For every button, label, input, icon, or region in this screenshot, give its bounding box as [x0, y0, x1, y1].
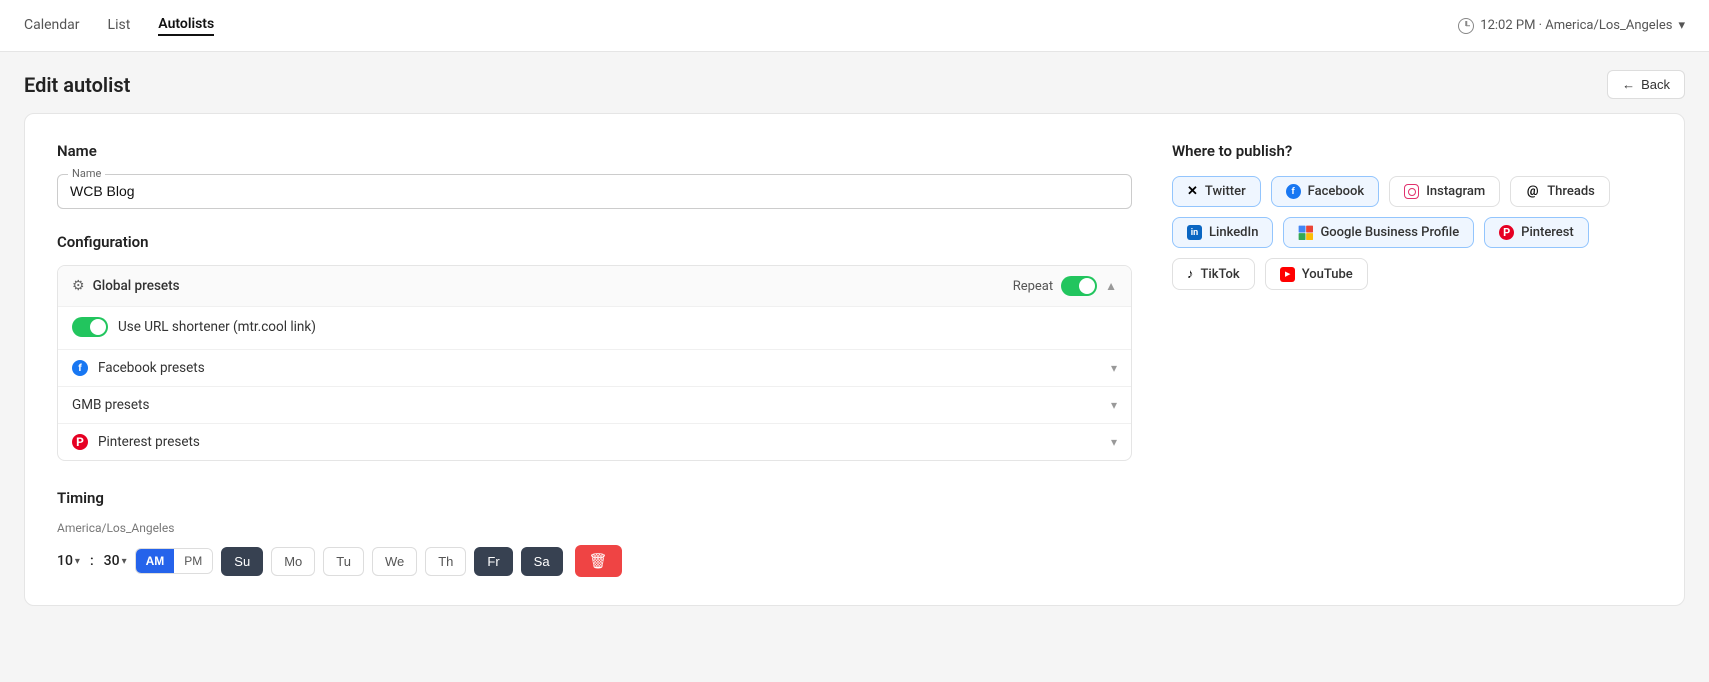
minute-caret[interactable]: ▾	[122, 556, 127, 567]
top-nav: Calendar List Autolists 12:02 PM · Ameri…	[0, 0, 1709, 52]
toggle-knob-url	[90, 319, 106, 335]
day-su[interactable]: Su	[221, 547, 263, 576]
nav-calendar[interactable]: Calendar	[24, 17, 80, 35]
publish-section: Where to publish? ✕ Twitter f Facebook I…	[1172, 142, 1652, 577]
global-presets-row[interactable]: ⚙ Global presets Repeat ▲	[58, 266, 1131, 307]
gmb-presets-label: GMB presets	[72, 397, 1101, 413]
day-th[interactable]: Th	[425, 547, 466, 576]
pinterest-presets-row[interactable]: P Pinterest presets ▾	[58, 424, 1131, 460]
trash-icon: 🗑	[589, 552, 608, 570]
hour-select[interactable]: 10 ▾	[57, 553, 80, 569]
am-button[interactable]: AM	[136, 549, 175, 573]
minute-value: 30	[104, 553, 120, 569]
hour-value: 10	[57, 553, 73, 569]
linkedin-icon: in	[1187, 225, 1202, 240]
name-section-label: Name	[57, 142, 1132, 160]
pinterest-label: Pinterest	[1521, 225, 1574, 240]
gbp-icon	[1298, 225, 1313, 240]
toggle-knob	[1079, 278, 1095, 294]
tiktok-label: TikTok	[1201, 267, 1240, 282]
name-field-wrapper: Name	[57, 174, 1132, 209]
url-shortener-row: Use URL shortener (mtr.cool link)	[58, 307, 1131, 350]
chevron-down-icon: ▾	[1111, 361, 1117, 375]
am-pm-group: AM PM	[135, 548, 214, 574]
back-arrow-icon: ←	[1622, 77, 1635, 92]
back-button[interactable]: ← Back	[1607, 70, 1685, 99]
name-float-label: Name	[68, 167, 105, 180]
chevron-down-icon-pinterest: ▾	[1111, 435, 1117, 449]
threads-icon: @	[1525, 184, 1540, 199]
delete-button[interactable]: 🗑	[575, 545, 622, 577]
page-title: Edit autolist	[24, 73, 1607, 97]
nav-autolists[interactable]: Autolists	[158, 16, 214, 36]
facebook-icon: f	[72, 360, 88, 376]
day-sa[interactable]: Sa	[521, 547, 563, 576]
platform-twitter[interactable]: ✕ Twitter	[1172, 176, 1261, 207]
config-section-label: Configuration	[57, 233, 1132, 251]
chevron-down-icon-gmb: ▾	[1111, 398, 1117, 412]
publish-section-label: Where to publish?	[1172, 142, 1652, 160]
day-mo[interactable]: Mo	[271, 547, 315, 576]
global-presets-label: Global presets	[93, 278, 1013, 294]
timing-section: Timing America/Los_Angeles 10 ▾ : 30 ▾ A…	[57, 489, 1132, 577]
minute-select[interactable]: 30 ▾	[104, 553, 127, 569]
gmb-presets-row[interactable]: GMB presets ▾	[58, 387, 1131, 424]
name-input[interactable]	[70, 181, 1119, 199]
linkedin-label: LinkedIn	[1209, 225, 1258, 240]
repeat-label: Repeat	[1013, 279, 1053, 294]
twitter-label: Twitter	[1205, 184, 1246, 199]
timezone-display[interactable]: 12:02 PM · America/Los_Angeles ▾	[1458, 18, 1685, 34]
page-header: Edit autolist ← Back	[0, 52, 1709, 113]
day-we[interactable]: We	[372, 547, 417, 576]
platform-linkedin[interactable]: in LinkedIn	[1172, 217, 1273, 248]
pinterest-presets-label: Pinterest presets	[98, 434, 1101, 450]
timezone-label: America/Los_Angeles	[57, 521, 1132, 535]
instagram-icon	[1404, 184, 1419, 199]
nav-list[interactable]: List	[108, 17, 131, 35]
url-shortener-toggle[interactable]	[72, 317, 108, 337]
platform-tiktok[interactable]: ♪ TikTok	[1172, 258, 1255, 290]
day-tu[interactable]: Tu	[323, 547, 364, 576]
config-box: ⚙ Global presets Repeat ▲ Use URL shorte…	[57, 265, 1132, 461]
youtube-icon	[1280, 267, 1295, 282]
repeat-toggle[interactable]	[1061, 276, 1097, 296]
timing-row: 10 ▾ : 30 ▾ AM PM Su Mo Tu We	[57, 545, 1132, 577]
left-column: Name Name Configuration ⚙ Global presets…	[57, 142, 1132, 577]
clock-icon	[1458, 18, 1474, 34]
platform-threads[interactable]: @ Threads	[1510, 176, 1610, 207]
platform-pinterest[interactable]: P Pinterest	[1484, 217, 1589, 248]
youtube-label: YouTube	[1302, 267, 1353, 282]
pm-button[interactable]: PM	[174, 549, 212, 573]
platform-youtube[interactable]: YouTube	[1265, 258, 1368, 290]
tiktok-icon: ♪	[1187, 266, 1194, 282]
gear-icon: ⚙	[72, 278, 85, 294]
day-fr[interactable]: Fr	[474, 547, 512, 576]
instagram-label: Instagram	[1426, 184, 1485, 199]
timing-section-label: Timing	[57, 489, 1132, 507]
card-grid: Name Name Configuration ⚙ Global presets…	[57, 142, 1652, 577]
url-shortener-label: Use URL shortener (mtr.cool link)	[118, 319, 316, 335]
facebook-presets-label: Facebook presets	[98, 360, 1101, 376]
twitter-icon: ✕	[1187, 184, 1198, 199]
time-separator: :	[90, 553, 94, 569]
main-card: Name Name Configuration ⚙ Global presets…	[24, 113, 1685, 606]
pinterest-icon-publish: P	[1499, 225, 1514, 240]
gbp-label: Google Business Profile	[1320, 225, 1459, 240]
platform-gbp[interactable]: Google Business Profile	[1283, 217, 1474, 248]
threads-label: Threads	[1547, 184, 1595, 199]
publish-grid: ✕ Twitter f Facebook Instagram @ Threads	[1172, 176, 1652, 290]
facebook-label: Facebook	[1308, 184, 1365, 199]
platform-facebook[interactable]: f Facebook	[1271, 176, 1380, 207]
pinterest-icon-presets: P	[72, 434, 88, 450]
platform-instagram[interactable]: Instagram	[1389, 176, 1500, 207]
chevron-up-icon: ▲	[1105, 279, 1117, 293]
hour-caret[interactable]: ▾	[75, 556, 80, 567]
facebook-icon-publish: f	[1286, 184, 1301, 199]
facebook-presets-row[interactable]: f Facebook presets ▾	[58, 350, 1131, 387]
